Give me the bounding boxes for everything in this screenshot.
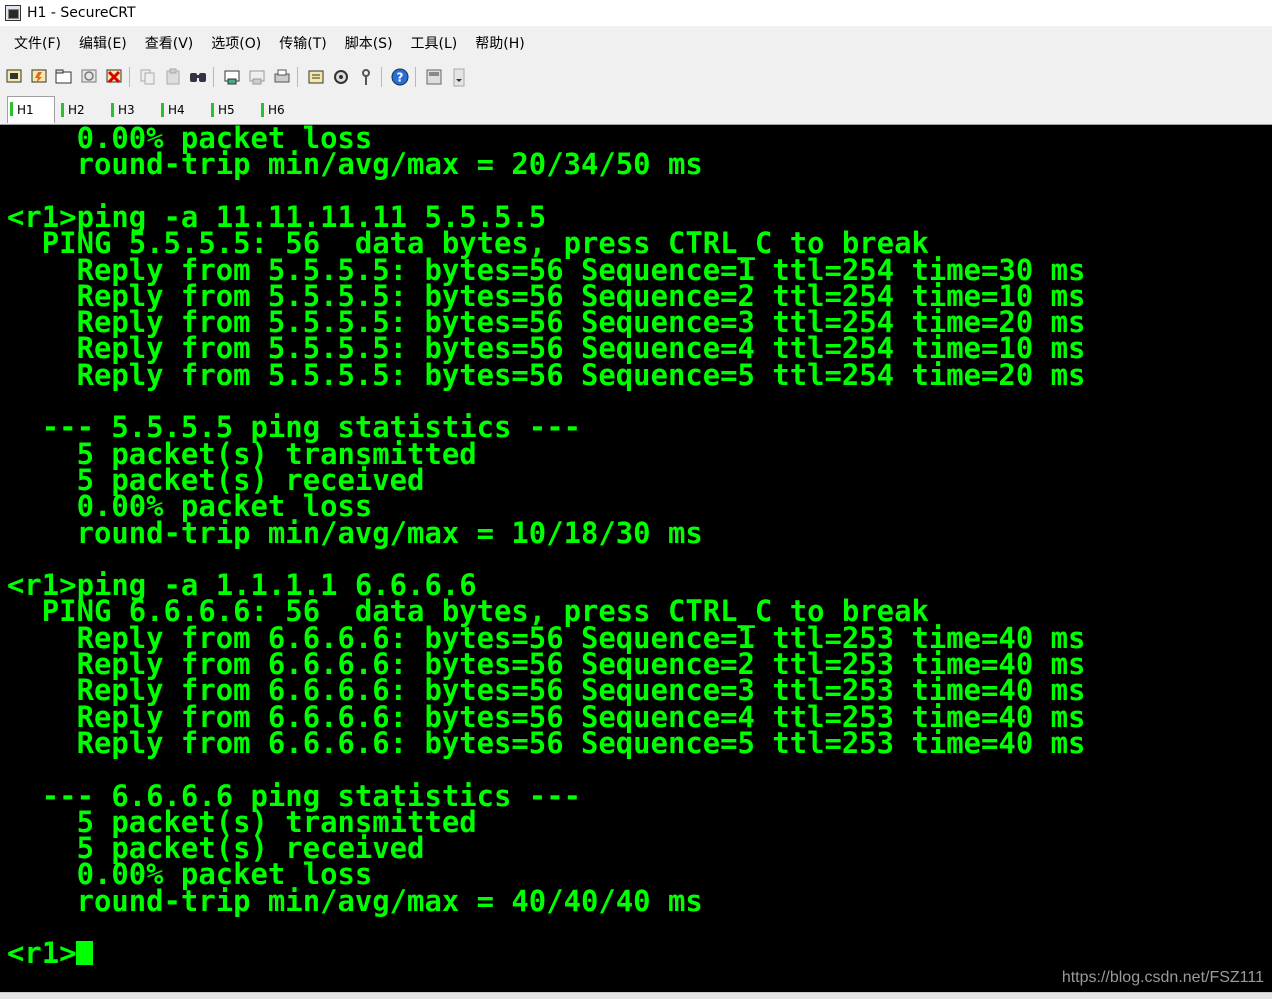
tab-h5[interactable]: H5 [209,98,255,122]
tab-h6[interactable]: H6 [259,98,305,122]
toolbar-overflow-icon[interactable] [448,66,470,88]
securecrt-app-icon [5,5,21,21]
terminal-line: Reply from 5.5.5.5: bytes=56 Sequence=5 … [7,357,1086,392]
menu-bar: 文件(F) 编辑(E) 查看(V) 选项(O) 传输(T) 脚本(S) 工具(L… [0,26,1272,60]
toolbar-separator [381,67,382,87]
svg-text:?: ? [397,71,404,85]
terminal-cursor [76,941,93,965]
connect-in-tab-icon[interactable] [53,66,75,88]
sftp-icon[interactable] [423,66,445,88]
tab-h3[interactable]: H3 [109,98,155,122]
connect-icon[interactable] [3,66,25,88]
find-icon[interactable] [187,66,209,88]
copy-icon[interactable] [137,66,159,88]
session-options-icon[interactable] [305,66,327,88]
paste-icon[interactable] [162,66,184,88]
terminal-line: Reply from 6.6.6.6: bytes=56 Sequence=5 … [7,725,1086,760]
tab-h4[interactable]: H4 [159,98,205,122]
print-selection-icon[interactable] [246,66,268,88]
print-icon[interactable] [271,66,293,88]
terminal-prompt: <r1> [7,936,77,971]
window-title: H1 - SecureCRT [27,5,136,21]
menu-script[interactable]: 脚本(S) [345,33,393,53]
menu-options[interactable]: 选项(O) [211,33,261,53]
menu-tools[interactable]: 工具(L) [411,33,458,53]
menu-file[interactable]: 文件(F) [14,33,61,53]
toolbar: ? [0,60,1272,94]
disconnect-icon[interactable] [103,66,125,88]
menu-transfer[interactable]: 传输(T) [279,33,326,53]
session-tab-bar: H1 H2 H3 H4 H5 H6 [0,94,1272,125]
watermark-url: https://blog.csdn.net/FSZ111 [1061,969,1264,986]
toolbar-separator [415,67,416,87]
tab-h1[interactable]: H1 [7,96,55,123]
menu-edit[interactable]: 编辑(E) [79,33,127,53]
reconnect-icon[interactable] [78,66,100,88]
title-bar: H1 - SecureCRT [0,0,1272,26]
toolbar-separator [129,67,130,87]
toolbar-separator [297,67,298,87]
menu-help[interactable]: 帮助(H) [475,33,524,53]
menu-view[interactable]: 查看(V) [145,33,194,53]
global-options-icon[interactable] [330,66,352,88]
print-setup-icon[interactable] [221,66,243,88]
terminal-output[interactable]: 0.00% packet loss round-trip min/avg/max… [0,125,1272,992]
terminal-line: round-trip min/avg/max = 20/34/50 ms [7,147,703,182]
keymap-icon[interactable] [355,66,377,88]
terminal-line: round-trip min/avg/max = 10/18/30 ms [7,515,703,550]
quick-connect-icon[interactable] [28,66,50,88]
terminal-line: round-trip min/avg/max = 40/40/40 ms [7,883,703,918]
tab-h2[interactable]: H2 [59,98,105,122]
toolbar-separator [213,67,214,87]
help-icon[interactable]: ? [389,66,411,88]
